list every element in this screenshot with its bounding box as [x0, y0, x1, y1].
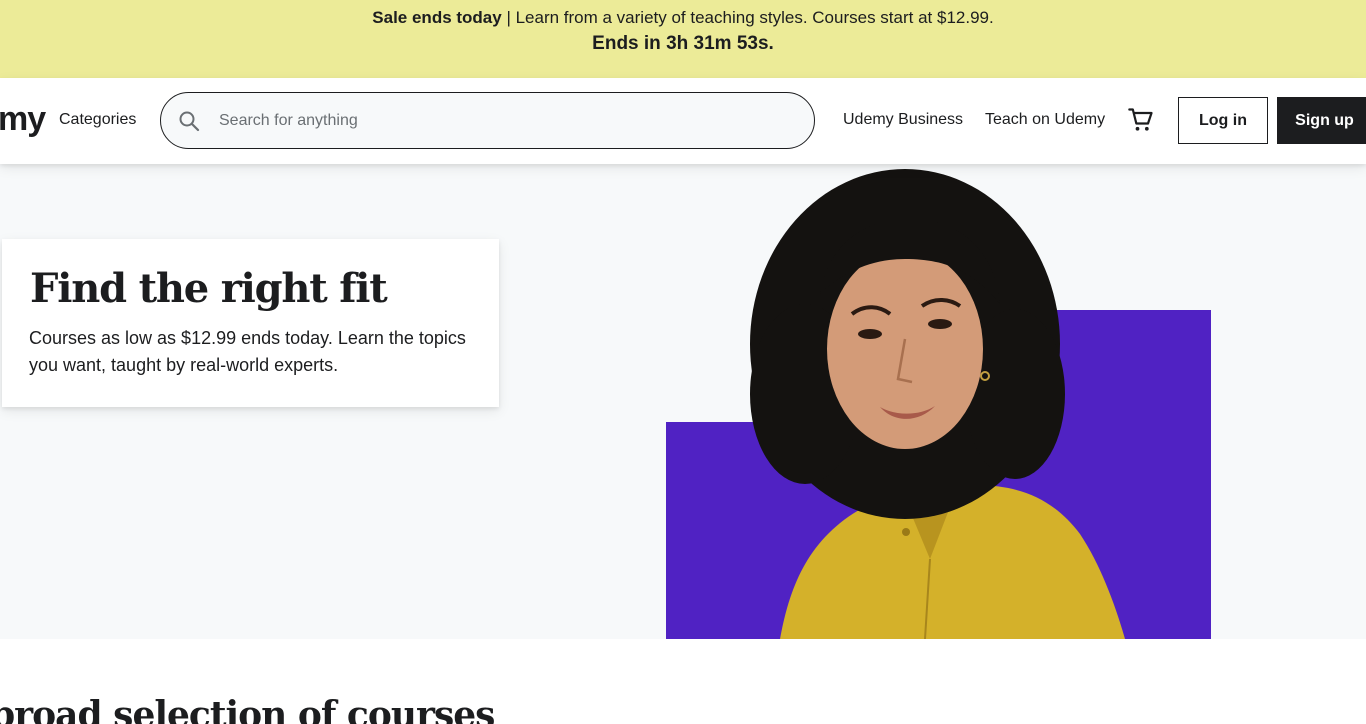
banner-bold: Sale ends today [372, 8, 502, 27]
sale-banner: Sale ends today | Learn from a variety o… [0, 0, 1366, 78]
banner-message: Sale ends today | Learn from a variety o… [0, 8, 1366, 28]
hero-card: Find the right fit Courses as low as $12… [2, 239, 499, 407]
header: my Categories Udemy Business Teach on Ud… [0, 78, 1366, 164]
login-button[interactable]: Log in [1178, 97, 1268, 144]
hero-section: Find the right fit Courses as low as $12… [0, 164, 1366, 639]
hero-face [827, 249, 983, 449]
cart-icon[interactable] [1127, 106, 1155, 134]
banner-countdown: Ends in 3h 31m 53s. [592, 33, 774, 54]
hero-title: Find the right fit [30, 265, 388, 312]
search-icon[interactable] [177, 109, 201, 133]
logo[interactable]: my [0, 100, 46, 139]
banner-text: | Learn from a variety of teaching style… [501, 8, 994, 27]
section-title: broad selection of courses [0, 694, 495, 724]
categories-link[interactable]: Categories [59, 111, 136, 129]
udemy-business-link[interactable]: Udemy Business [843, 111, 963, 129]
hero-text: Courses as low as $12.99 ends today. Lea… [29, 328, 466, 375]
search-bar[interactable] [160, 92, 815, 149]
search-input[interactable] [219, 107, 779, 135]
signup-button[interactable]: Sign up [1277, 97, 1366, 144]
teach-on-udemy-link[interactable]: Teach on Udemy [985, 111, 1105, 129]
